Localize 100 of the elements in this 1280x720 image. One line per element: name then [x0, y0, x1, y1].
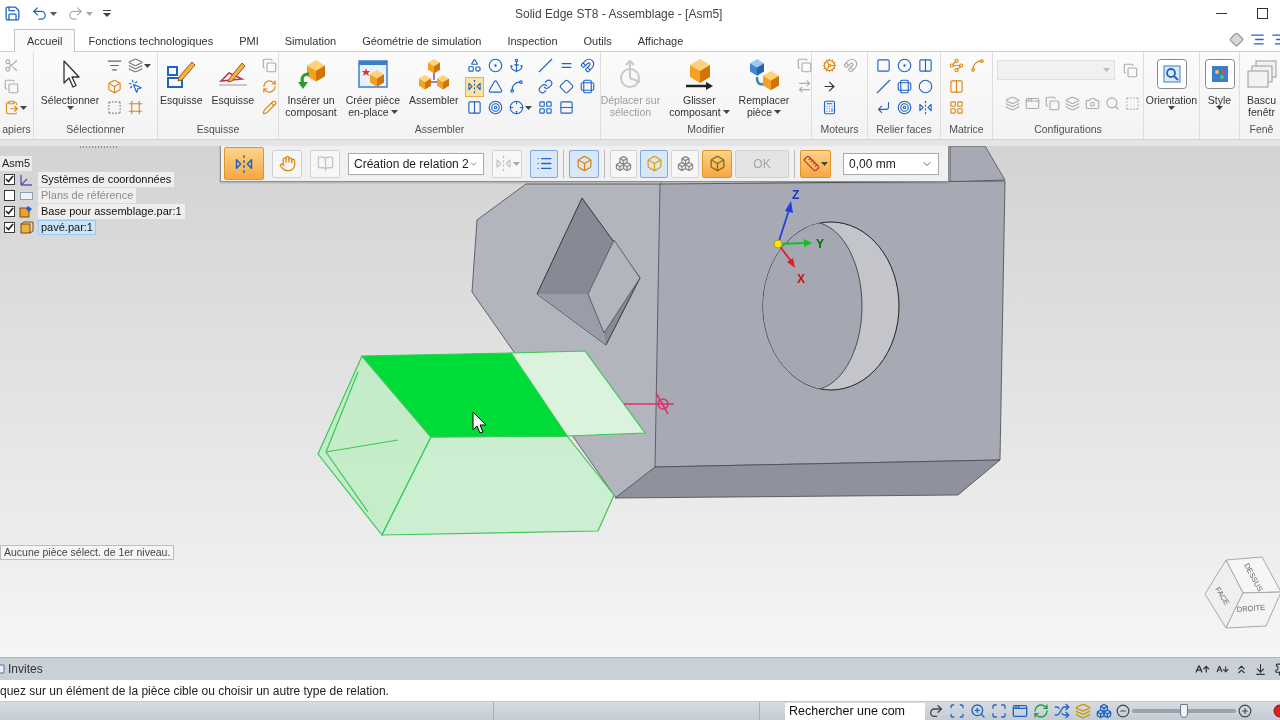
tree-item[interactable]: Systèmes de coordonnées: [38, 171, 175, 187]
dropdown[interactable]: Création de relation 2: [348, 152, 484, 175]
circle-dot-icon: [487, 58, 503, 73]
align-lines-icon[interactable]: [1250, 31, 1265, 47]
scan-icon[interactable]: [949, 703, 965, 719]
ribbon-tab[interactable]: Simulation: [271, 29, 350, 52]
split-button[interactable]: [800, 149, 831, 178]
slash-icon: [537, 58, 553, 73]
layers-icon: [1005, 95, 1020, 111]
cube-icon: [645, 155, 663, 172]
tool-button[interactable]: [535, 76, 555, 97]
redo-icon[interactable]: [928, 703, 944, 719]
target-icon: [487, 100, 503, 115]
dashed-square-icon: [1125, 95, 1140, 111]
ribbon-button[interactable]: Orientation: [1142, 54, 1201, 111]
maximize-button[interactable]: [1257, 8, 1268, 19]
arrow-down-line-icon[interactable]: [1254, 662, 1267, 676]
tree-root[interactable]: Asm5: [0, 156, 33, 171]
axis-label: Z: [792, 188, 800, 202]
cube-arrow-icon: [295, 58, 328, 90]
copy-icon: [1123, 62, 1138, 78]
view-cube[interactable]: [1204, 556, 1280, 629]
rectangles-icon: [896, 79, 912, 94]
copy-icon: [1045, 95, 1060, 111]
search-field[interactable]: Rechercher une com: [785, 702, 925, 720]
ribbon-button[interactable]: Remplacer pièce: [735, 54, 793, 119]
ribbon-button[interactable]: Créer pièce en-place: [342, 54, 403, 119]
toggle-button[interactable]: [640, 149, 668, 178]
copy-icon: [797, 58, 813, 73]
ribbon-tab[interactable]: Fonctions technologiques: [75, 29, 227, 52]
tree-item[interactable]: Base pour assemblage.par:1: [38, 203, 185, 219]
grid-icon: [537, 100, 553, 115]
zoom-out-icon[interactable]: [1116, 704, 1130, 718]
prompt-message: quez sur un élément de la pièce cible ou choisir un autre type de relation.: [0, 683, 389, 698]
group-label: apiers: [2, 122, 31, 137]
dropdown[interactable]: 0,00 mm: [843, 152, 939, 175]
zoom-in-icon[interactable]: [970, 703, 986, 719]
ribbon-tab[interactable]: Affichage: [624, 29, 697, 52]
magnifier-tile-icon: [1155, 58, 1188, 90]
axis-label: Y: [816, 237, 824, 251]
caret-icon: [1216, 106, 1223, 110]
list-icon: [535, 155, 553, 172]
ribbon-tab[interactable]: Accueil: [14, 29, 76, 52]
refresh-icon: [262, 79, 278, 94]
group-label: Assembler: [414, 122, 465, 137]
frame-icon: [128, 100, 144, 115]
ribbon-tab[interactable]: Inspection: [494, 29, 571, 52]
tool-button[interactable]: [702, 149, 732, 178]
panel-title: Invites: [8, 662, 43, 676]
ribbon-button[interactable]: Esquisse: [208, 54, 258, 107]
slider-thumb[interactable]: [1180, 704, 1188, 718]
anchor-icon: [508, 58, 524, 73]
cubes-icon: [676, 155, 694, 172]
checkbox[interactable]: [4, 205, 15, 217]
group-label: Modifier: [687, 122, 725, 137]
toggle-button[interactable]: [569, 149, 599, 178]
magnet-icon: [579, 58, 595, 73]
hand-icon: [278, 155, 296, 172]
checkbox[interactable]: [4, 173, 15, 185]
mirror-icon: [234, 153, 254, 174]
axis-label: X: [797, 272, 805, 286]
magnet-icon: [842, 58, 858, 73]
refresh-icon[interactable]: [1033, 703, 1049, 719]
toggle-button[interactable]: [530, 149, 558, 178]
block-corner-illustration: [949, 146, 1006, 183]
diamond-icon[interactable]: [1229, 31, 1244, 47]
shuffle-icon[interactable]: [1054, 703, 1070, 719]
ribbon-button[interactable]: Style: [1200, 54, 1239, 111]
caret-icon: [512, 161, 520, 166]
square-icon: [875, 58, 891, 73]
window-icon[interactable]: [1012, 703, 1028, 719]
caret-icon: [86, 11, 93, 16]
camera-icon: [1085, 95, 1100, 111]
group-label: Sélectionner: [66, 122, 125, 137]
zoom-in-icon[interactable]: [1238, 704, 1252, 718]
tool-button[interactable]: [464, 76, 484, 97]
ribbon-tab[interactable]: Géométrie de simulation: [349, 29, 495, 52]
checkbox[interactable]: [4, 189, 15, 201]
cube-icon: [575, 155, 593, 172]
ribbon-button[interactable]: Esquisse: [156, 54, 206, 107]
ribbon-tab[interactable]: PMI: [226, 29, 272, 52]
quick-access-button[interactable]: [2, 3, 23, 24]
ribbon-button[interactable]: Assembler: [406, 54, 462, 107]
cubes-icon[interactable]: [1096, 703, 1112, 719]
swap-arrows-icon: [797, 79, 813, 94]
constraint-marker-icon: [623, 392, 675, 415]
ribbon-button[interactable]: Bascu fenêtr: [1242, 54, 1280, 119]
ribbon-button[interactable]: Sélectionner: [37, 54, 103, 111]
tree-item[interactable]: pavé.par:1: [38, 219, 96, 235]
ribbon-button[interactable]: Insérer un composant: [282, 54, 340, 119]
ribbon-tab[interactable]: Outils: [570, 29, 625, 52]
redo-icon: [67, 5, 84, 22]
checkbox[interactable]: [4, 221, 15, 233]
book-icon: [316, 155, 334, 172]
axes-icon: [19, 172, 34, 186]
cube-icon: [708, 155, 726, 172]
fit-view-icon[interactable]: [991, 703, 1007, 719]
ribbon-button[interactable]: Glisser composant: [666, 54, 733, 119]
mouse-pointer-icon: [472, 411, 487, 434]
maximize-icon: [1257, 8, 1268, 19]
